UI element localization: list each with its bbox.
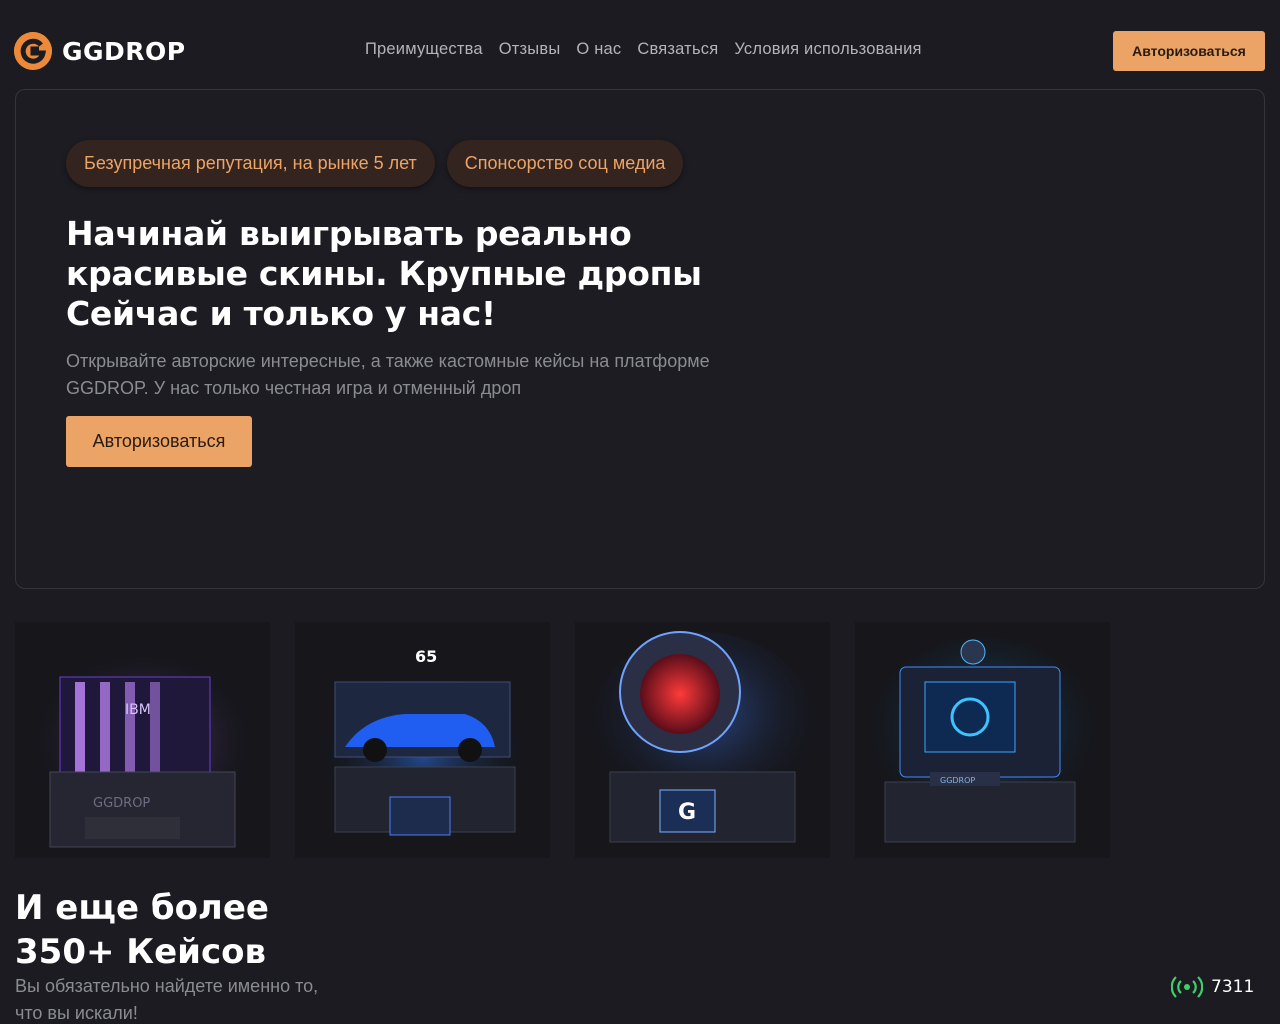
svg-text:65: 65 xyxy=(415,647,437,666)
hero-card: Безупречная репутация, на рынке 5 лет Сп… xyxy=(15,89,1265,589)
hero-pills: Безупречная репутация, на рынке 5 лет Сп… xyxy=(66,140,684,187)
ibm-case-image: GGDROP IBM xyxy=(28,647,258,848)
nav-terms[interactable]: Условия использования xyxy=(734,40,921,59)
logo[interactable]: GGDROP xyxy=(14,32,186,70)
nav-contact[interactable]: Связаться xyxy=(637,40,718,59)
nav-advantages[interactable]: Преимущества xyxy=(365,40,483,59)
hero-title: Начинай выигрывать реально красивые скин… xyxy=(66,214,766,334)
case-card-ibm[interactable]: GGDROP IBM xyxy=(15,622,270,858)
case-card-car[interactable]: 65 xyxy=(295,622,550,858)
main-nav: Преимущества Отзывы О нас Связаться Усло… xyxy=(365,40,922,59)
case-card-ai[interactable]: GGDROP xyxy=(855,622,1110,858)
broadcast-icon xyxy=(1171,976,1203,998)
svg-text:GGDROP: GGDROP xyxy=(93,796,150,811)
reputation-pill: Безупречная репутация, на рынке 5 лет xyxy=(66,140,435,187)
hero-title-line: красивые скины. Крупные дропы xyxy=(66,254,702,293)
car-case-image: 65 xyxy=(313,647,533,842)
nav-reviews[interactable]: Отзывы xyxy=(499,40,561,59)
svg-text:G: G xyxy=(678,800,696,825)
svg-text:IBM: IBM xyxy=(125,702,151,718)
online-counter: 7311 xyxy=(1171,975,1254,999)
nav-about[interactable]: О нас xyxy=(576,40,621,59)
hero-subtitle: Открывайте авторские интересные, а также… xyxy=(66,348,746,402)
hero-title-line: Сейчас и только у нас! xyxy=(66,294,496,333)
sponsorship-pill: Спонсорство соц медиа xyxy=(446,140,684,187)
brand-name: GGDROP xyxy=(62,36,186,66)
more-cases-title: И еще более 350+ Кейсов xyxy=(15,886,269,974)
hero-subtitle-line: Открывайте авторские интересные, а также… xyxy=(66,351,710,371)
more-cases-subtitle: Вы обязательно найдете именно то, что вы… xyxy=(15,973,318,1024)
logo-icon xyxy=(14,32,52,70)
helmet-case-image: G xyxy=(588,631,818,843)
hero-subtitle-line: GGDROP. У нас только честная игра и отме… xyxy=(66,378,522,398)
hero-title-line: Начинай выигрывать реально xyxy=(66,214,632,253)
ai-case-image: GGDROP xyxy=(868,637,1098,843)
more-subtitle-line: что вы искали! xyxy=(15,1003,138,1023)
more-title-line: 350+ Кейсов xyxy=(15,932,266,972)
case-gallery: GGDROP IBM 65 G GGDROP xyxy=(15,622,1110,858)
site-header: GGDROP Преимущества Отзывы О нас Связать… xyxy=(0,0,1280,90)
more-subtitle-line: Вы обязательно найдете именно то, xyxy=(15,976,319,996)
header-login-button[interactable]: Авторизоваться xyxy=(1113,31,1265,71)
case-card-helmet[interactable]: G xyxy=(575,622,830,858)
hero-login-button[interactable]: Авторизоваться xyxy=(66,416,252,467)
svg-text:GGDROP: GGDROP xyxy=(940,776,975,785)
online-count: 7311 xyxy=(1211,977,1255,997)
more-title-line: И еще более xyxy=(15,888,269,928)
